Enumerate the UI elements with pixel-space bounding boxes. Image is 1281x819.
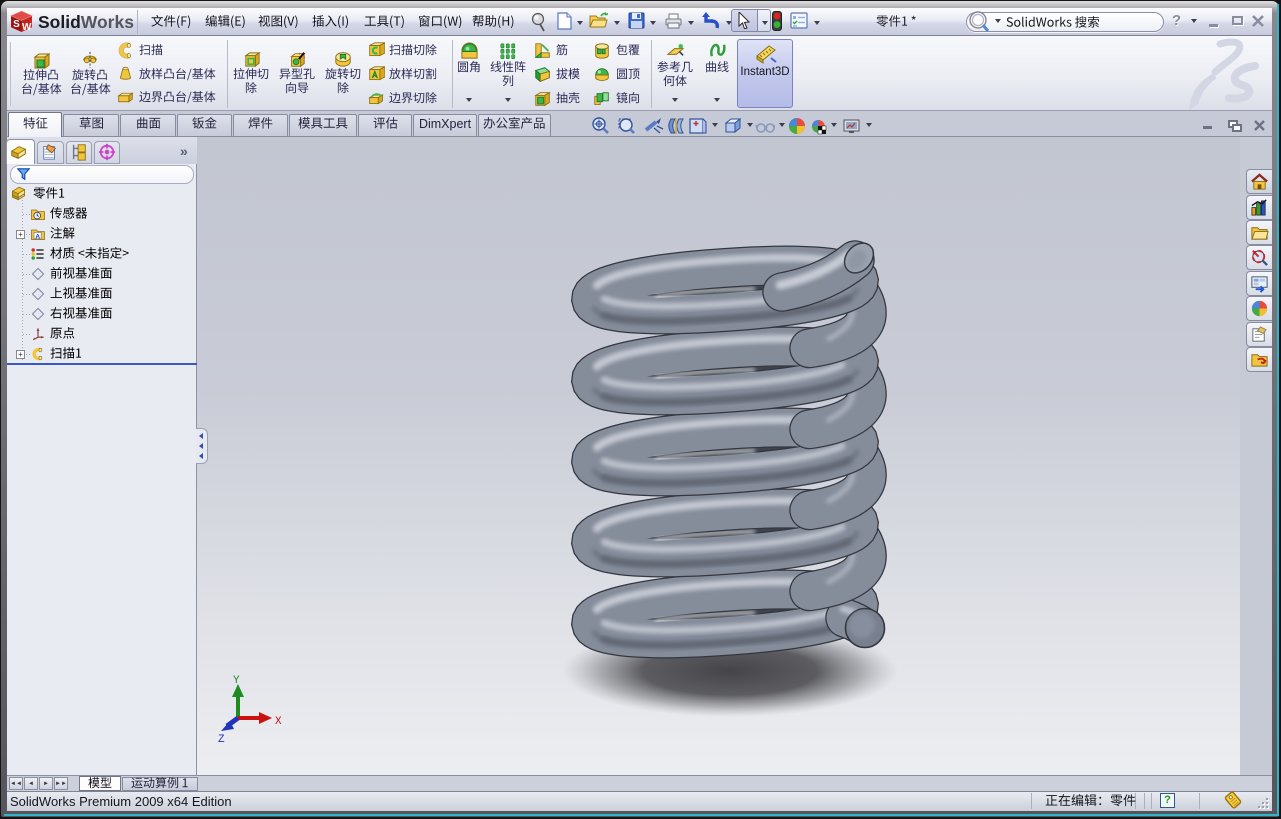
svg-text:Y: Y bbox=[233, 675, 240, 687]
svg-text:W: W bbox=[22, 22, 32, 33]
svg-text:Z: Z bbox=[218, 734, 225, 746]
svg-text:X: X bbox=[275, 716, 282, 728]
svg-text:S: S bbox=[13, 19, 20, 30]
svg-text:A: A bbox=[35, 233, 40, 240]
